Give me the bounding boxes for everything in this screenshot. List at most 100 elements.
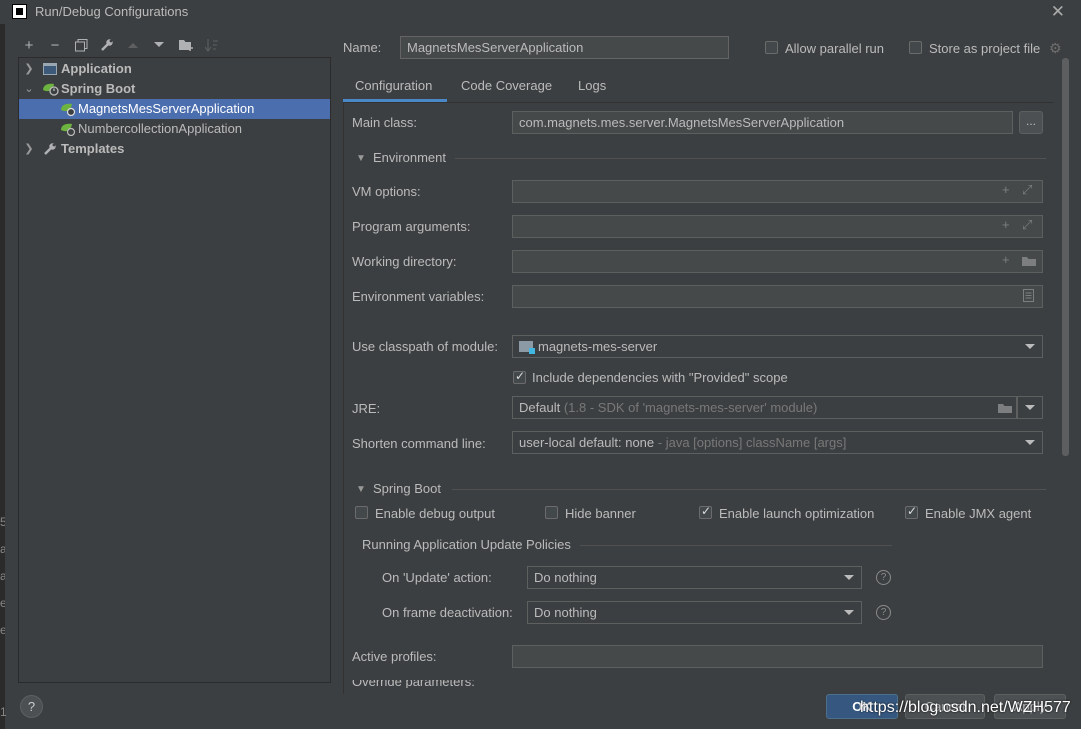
update-policies-title: Running Application Update Policies bbox=[362, 537, 571, 552]
configurations-tree[interactable]: ❯ Application ⌄ Spring Boot MagnetsMesSe… bbox=[18, 57, 331, 683]
vm-options-field[interactable] bbox=[512, 180, 1043, 203]
module-icon bbox=[519, 341, 535, 354]
remove-icon[interactable]: − bbox=[44, 34, 66, 56]
tree-item-magnets-mes-server-application[interactable]: MagnetsMesServerApplication bbox=[19, 99, 330, 119]
collapse-environment-icon[interactable]: ▼ bbox=[356, 153, 366, 164]
section-divider bbox=[452, 489, 1046, 490]
enable-debug-checkbox[interactable] bbox=[355, 506, 368, 519]
copy-icon[interactable] bbox=[70, 34, 92, 56]
chevron-down-icon bbox=[1025, 440, 1035, 445]
chevron-down-icon[interactable]: ⌄ bbox=[23, 79, 35, 99]
folder-icon[interactable] bbox=[1022, 255, 1037, 270]
tab-divider bbox=[343, 102, 1054, 103]
include-dependencies-label: Include dependencies with "Provided" sco… bbox=[532, 370, 788, 385]
include-dependencies-checkbox[interactable] bbox=[513, 369, 526, 384]
tree-item-spring-boot[interactable]: ⌄ Spring Boot bbox=[19, 79, 330, 99]
on-update-label: On 'Update' action: bbox=[382, 570, 492, 585]
help-icon[interactable]: ? bbox=[876, 570, 891, 585]
program-arguments-label: Program arguments: bbox=[352, 219, 471, 234]
section-divider bbox=[455, 158, 1046, 159]
help-button[interactable]: ? bbox=[20, 695, 43, 718]
chevron-down-icon bbox=[1025, 405, 1035, 410]
classpath-module-select[interactable]: magnets-mes-server bbox=[512, 335, 1043, 358]
add-icon[interactable]: + bbox=[18, 34, 40, 56]
chevron-down-icon bbox=[844, 610, 854, 615]
enable-debug-label: Enable debug output bbox=[375, 506, 495, 521]
jre-dropdown-button[interactable] bbox=[1017, 396, 1043, 419]
tree-item-label: NumbercollectionApplication bbox=[78, 121, 243, 136]
spring-boot-icon bbox=[42, 82, 59, 96]
chevron-right-icon[interactable]: ❯ bbox=[23, 139, 35, 159]
name-label: Name: bbox=[343, 40, 382, 55]
working-directory-field[interactable] bbox=[512, 250, 1043, 273]
allow-parallel-checkbox[interactable] bbox=[765, 41, 778, 54]
tab-logs[interactable]: Logs bbox=[578, 73, 606, 102]
enable-launch-optimization-label: Enable launch optimization bbox=[719, 506, 875, 521]
on-frame-deactivation-select[interactable]: Do nothing bbox=[527, 601, 862, 624]
main-class-field[interactable]: com.magnets.mes.server.MagnetsMesServerA… bbox=[512, 111, 1013, 134]
enable-launch-optimization-checkbox[interactable] bbox=[699, 504, 712, 519]
hide-banner-label: Hide banner bbox=[565, 506, 636, 521]
store-project-label: Store as project file bbox=[929, 41, 1041, 56]
name-field[interactable] bbox=[400, 36, 729, 59]
tab-code-coverage[interactable]: Code Coverage bbox=[461, 73, 552, 102]
environment-variables-field[interactable] bbox=[512, 285, 1043, 308]
strip-glyph: a bbox=[0, 569, 5, 583]
help-icon[interactable]: ? bbox=[876, 605, 891, 620]
chevron-right-icon[interactable]: ❯ bbox=[23, 59, 35, 79]
environment-variables-label: Environment variables: bbox=[352, 289, 485, 304]
strip-glyph: e bbox=[0, 623, 5, 637]
add-icon[interactable]: + bbox=[1002, 182, 1010, 197]
jre-value: Default bbox=[519, 400, 561, 415]
vertical-scrollbar[interactable] bbox=[1062, 58, 1069, 456]
active-profiles-field[interactable] bbox=[512, 645, 1043, 668]
title-bar: Run/Debug Configurations ✕ bbox=[0, 0, 1081, 24]
section-divider bbox=[580, 545, 892, 546]
jre-field[interactable]: Default (1.8 - SDK of 'magnets-mes-serve… bbox=[512, 396, 1017, 419]
watermark: https://blog.csdn.net/WZH577 bbox=[860, 699, 1071, 716]
program-arguments-field[interactable] bbox=[512, 215, 1043, 238]
tree-item-label: Application bbox=[61, 61, 132, 76]
spring-boot-section-title[interactable]: Spring Boot bbox=[373, 481, 441, 496]
strip-glyph: a bbox=[0, 542, 5, 556]
tree-item-application[interactable]: ❯ Application bbox=[19, 59, 330, 79]
move-up-icon[interactable] bbox=[122, 34, 144, 56]
shorten-command-select[interactable]: user-local default: none - java [options… bbox=[512, 431, 1043, 454]
move-down-icon[interactable] bbox=[148, 34, 170, 56]
application-icon bbox=[42, 62, 58, 76]
background-editor-strip: 5 a a e e bbox=[0, 24, 5, 729]
environment-section-title[interactable]: Environment bbox=[373, 150, 446, 165]
tree-item-label: Templates bbox=[61, 141, 125, 156]
close-icon[interactable]: ✕ bbox=[1051, 2, 1065, 22]
folder-icon[interactable] bbox=[998, 402, 1013, 417]
store-project-checkbox[interactable] bbox=[909, 41, 922, 54]
sort-icon[interactable] bbox=[201, 34, 223, 56]
shorten-command-hint: - java [options] className [args] bbox=[657, 435, 847, 450]
jre-label: JRE: bbox=[352, 401, 381, 416]
strip-glyph: e bbox=[0, 596, 5, 610]
new-folder-icon[interactable] bbox=[175, 34, 197, 56]
browse-main-class-button[interactable]: ... bbox=[1019, 111, 1043, 134]
strip-glyph: 5 bbox=[0, 515, 5, 529]
tree-item-numbercollection-application[interactable]: NumbercollectionApplication bbox=[19, 119, 330, 139]
intellij-app-icon bbox=[12, 4, 27, 19]
expand-icon[interactable]: ⤢ bbox=[1022, 182, 1032, 198]
expand-icon[interactable]: ⤢ bbox=[1022, 217, 1032, 233]
tree-item-templates[interactable]: ❯ Templates bbox=[19, 139, 330, 159]
tab-configuration[interactable]: Configuration bbox=[343, 73, 447, 102]
add-icon[interactable]: + bbox=[1002, 217, 1010, 232]
on-update-select[interactable]: Do nothing bbox=[527, 566, 862, 589]
hide-banner-checkbox[interactable] bbox=[545, 506, 558, 519]
jre-hint: (1.8 - SDK of 'magnets-mes-server' modul… bbox=[563, 400, 818, 415]
document-icon[interactable] bbox=[1023, 289, 1034, 305]
enable-jmx-agent-checkbox[interactable] bbox=[905, 504, 918, 519]
tree-item-label: Spring Boot bbox=[61, 81, 136, 96]
collapse-spring-boot-icon[interactable]: ▼ bbox=[356, 484, 366, 495]
on-frame-deactivation-value: Do nothing bbox=[534, 605, 597, 620]
tree-item-label: MagnetsMesServerApplication bbox=[78, 101, 255, 116]
add-icon[interactable]: + bbox=[1002, 252, 1010, 267]
active-profiles-label: Active profiles: bbox=[352, 649, 437, 664]
classpath-module-label: Use classpath of module: bbox=[352, 339, 498, 354]
gear-icon[interactable]: ⚙ bbox=[1049, 40, 1062, 57]
wrench-icon[interactable] bbox=[96, 34, 118, 56]
